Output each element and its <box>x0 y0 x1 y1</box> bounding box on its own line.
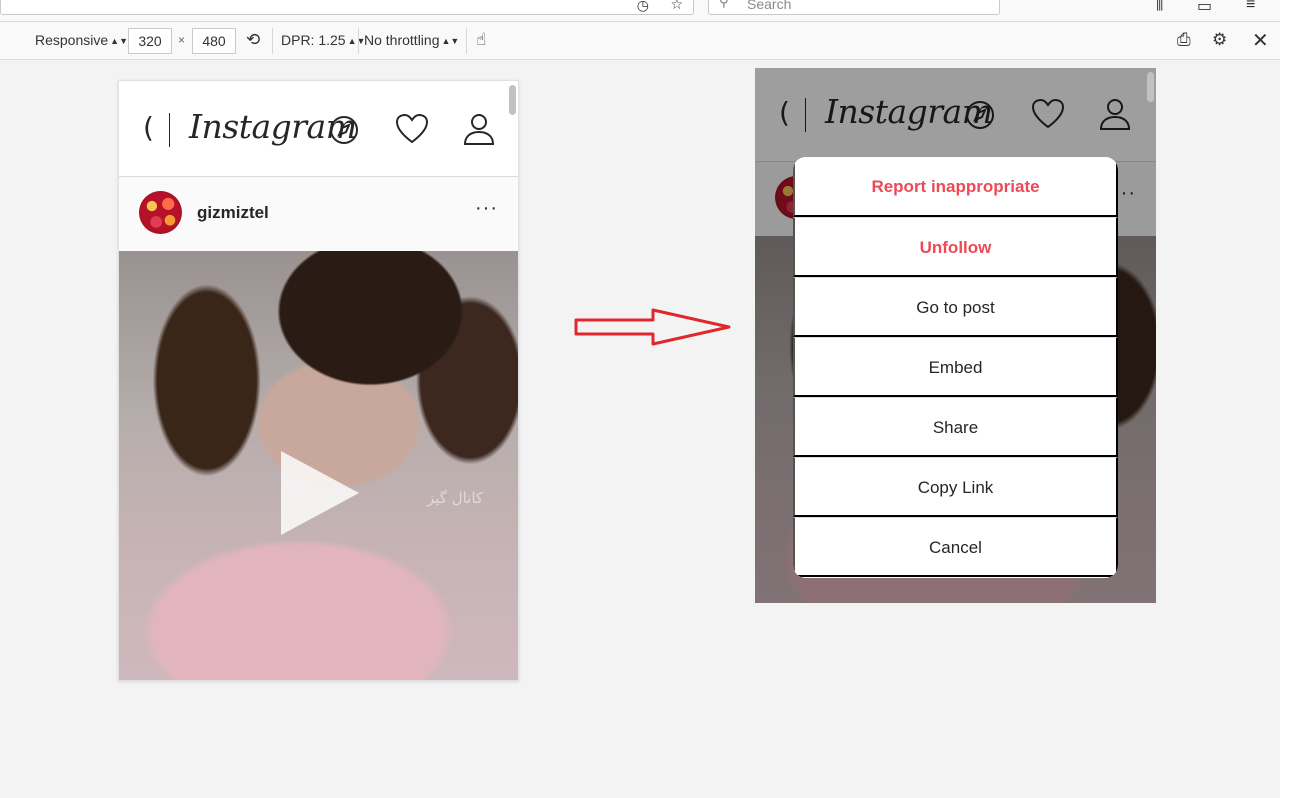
instagram-header: ( Instagram <box>119 81 518 177</box>
dimension-separator: × <box>178 33 186 47</box>
camera-icon[interactable]: ( <box>143 111 154 144</box>
toolbar-divider <box>358 28 359 54</box>
post-username[interactable]: gizmiztel <box>197 203 269 223</box>
avatar[interactable] <box>139 191 182 234</box>
browser-window: ◷ ☆ ⚲ Search ⫼ ▭ ≡ Responsive ▲▼ 320 × 48… <box>0 0 1280 798</box>
play-icon[interactable] <box>281 451 359 535</box>
embed-button[interactable]: Embed <box>793 337 1118 397</box>
unfollow-button[interactable]: Unfollow <box>793 217 1118 277</box>
dpr-selector[interactable]: DPR: 1.25 ▲▼ <box>281 32 365 48</box>
library-icon[interactable]: ⫼ <box>1156 0 1163 14</box>
sidebar-icon[interactable]: ▭ <box>1197 0 1212 16</box>
more-options-icon[interactable]: ··· <box>475 197 498 220</box>
reader-view-icon[interactable]: ◷ <box>637 0 649 14</box>
browser-navbar: ◷ ☆ ⚲ Search ⫼ ▭ ≡ <box>0 0 1280 22</box>
share-button[interactable]: Share <box>793 397 1118 457</box>
toolbar-divider <box>272 28 273 54</box>
rotate-icon[interactable]: ⟲ <box>246 30 260 50</box>
compass-icon[interactable] <box>329 115 359 145</box>
report-inappropriate-button[interactable]: Report inappropriate <box>793 157 1118 217</box>
viewport-after: ( Instagram gizmiztel ··· كانال گيز <box>755 68 1156 603</box>
post-video[interactable]: كانال گيز <box>119 251 518 680</box>
viewport-height-input[interactable]: 480 <box>192 28 236 54</box>
search-icon: ⚲ <box>719 0 729 9</box>
menu-icon[interactable]: ≡ <box>1246 0 1255 14</box>
touch-simulation-icon[interactable]: ☝ <box>476 30 486 50</box>
url-bar[interactable]: ◷ ☆ <box>0 0 694 15</box>
device-selector[interactable]: Responsive ▲▼ <box>35 32 128 48</box>
bookmark-star-icon[interactable]: ☆ <box>670 0 683 13</box>
post-header: gizmiztel ··· <box>119 177 518 251</box>
cancel-button[interactable]: Cancel <box>793 517 1118 577</box>
toolbar-divider <box>466 28 467 54</box>
responsive-toolbar: Responsive ▲▼ 320 × 480 ⟲ DPR: 1.25 ▲▼ No … <box>0 22 1280 60</box>
scrollbar[interactable] <box>509 85 516 115</box>
heart-icon[interactable] <box>395 113 429 145</box>
viewport-width-input[interactable]: 320 <box>128 28 172 54</box>
window-edge <box>1280 0 1293 798</box>
red-arrow <box>574 308 731 346</box>
viewport-before: ( Instagram gizmiztel ··· كانال گيز <box>118 80 519 681</box>
search-placeholder: Search <box>747 0 792 12</box>
search-bar[interactable]: ⚲ Search <box>708 0 1000 15</box>
profile-icon[interactable] <box>463 112 495 146</box>
screenshot-icon[interactable]: ⎙ <box>1177 30 1191 50</box>
copy-link-button[interactable]: Copy Link <box>793 457 1118 517</box>
close-icon[interactable]: ✕ <box>1252 28 1269 53</box>
scrollbar[interactable] <box>1147 72 1154 102</box>
post-options-dialog: Report inappropriate Unfollow Go to post… <box>793 157 1118 578</box>
settings-gear-icon[interactable]: ⚙ <box>1212 30 1227 50</box>
throttling-selector[interactable]: No throttling ▲▼ <box>364 32 459 48</box>
header-divider <box>169 113 170 147</box>
video-watermark: كانال گيز <box>427 489 484 507</box>
go-to-post-button[interactable]: Go to post <box>793 277 1118 337</box>
